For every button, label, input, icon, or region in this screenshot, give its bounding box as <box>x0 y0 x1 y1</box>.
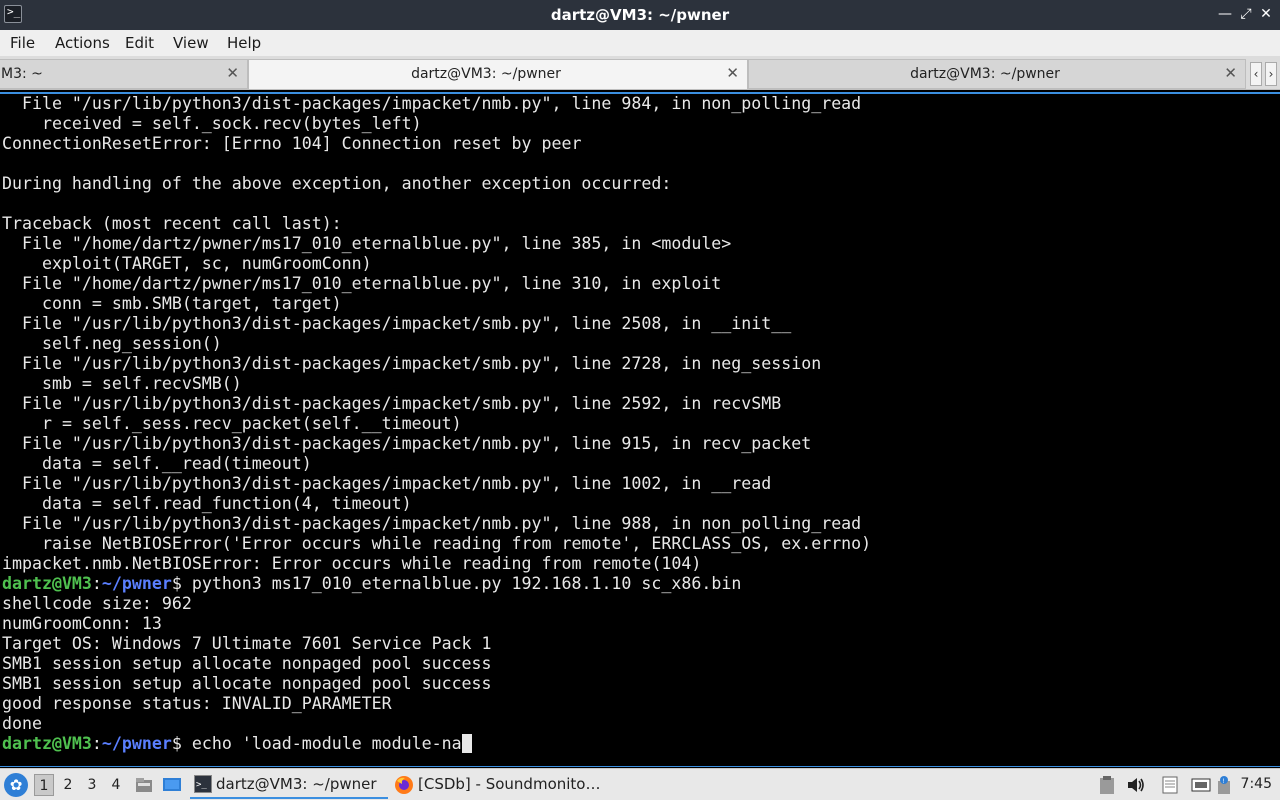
task-firefox[interactable]: [CSDb] - Soundmonito… <box>392 771 600 799</box>
terminal-line: smb = self.recvSMB() <box>2 374 242 393</box>
terminal-text: File "/usr/lib/python3/dist-packages/imp… <box>0 94 1280 754</box>
start-menu-icon[interactable]: ✿ <box>4 773 28 797</box>
tab-label: dartz@VM3: ~/pwner <box>910 66 1060 82</box>
terminal-line: File "/home/dartz/pwner/ms17_010_eternal… <box>2 234 732 253</box>
svg-text:!: ! <box>1223 778 1225 785</box>
terminal-line: ConnectionResetError: [Errno 104] Connec… <box>2 134 582 153</box>
terminal-prompt-line: dartz@VM3:~/pwner$ python3 ms17_010_eter… <box>2 574 1280 594</box>
tab-bar: M3: ~ ✕ dartz@VM3: ~/pwner ✕ dartz@VM3: … <box>0 56 1280 90</box>
tab-scroll-right-icon[interactable]: › <box>1265 62 1277 86</box>
terminal-prompt-line: dartz@VM3:~/pwner$ echo 'load-module mod… <box>2 734 1280 754</box>
terminal-line: raise NetBIOSError('Error occurs while r… <box>2 534 872 553</box>
update-notifier-icon[interactable]: ! <box>1216 775 1232 795</box>
file-manager-icon[interactable] <box>134 775 154 795</box>
menu-view[interactable]: View <box>173 34 209 52</box>
task-terminal[interactable]: >_ dartz@VM3: ~/pwner <box>190 771 388 799</box>
task-label: [CSDb] - Soundmonito… <box>418 775 601 793</box>
workspace-1[interactable]: 1 <box>34 774 54 796</box>
command-text: python3 ms17_010_eternalblue.py 192.168.… <box>191 574 742 593</box>
firefox-icon <box>395 776 413 794</box>
terminal-line: received = self._sock.recv(bytes_left) <box>2 114 422 133</box>
workspace-4[interactable]: 4 <box>106 774 126 796</box>
terminal-output[interactable]: File "/usr/lib/python3/dist-packages/imp… <box>0 92 1280 767</box>
tab-label: dartz@VM3: ~/pwner <box>411 66 561 82</box>
terminal-line: SMB1 session setup allocate nonpaged poo… <box>2 654 492 673</box>
desktop-icon[interactable] <box>162 775 182 795</box>
workspace-3[interactable]: 3 <box>82 774 102 796</box>
minimize-button[interactable]: — <box>1215 4 1235 24</box>
terminal-line: File "/usr/lib/python3/dist-packages/imp… <box>2 394 782 413</box>
prompt-user: dartz@VM3 <box>2 574 92 593</box>
network-icon[interactable] <box>1190 775 1212 795</box>
menu-help[interactable]: Help <box>227 34 261 52</box>
close-button[interactable]: ✕ <box>1256 4 1276 24</box>
prompt-path: ~/pwner <box>101 734 172 753</box>
prompt-user: dartz@VM3 <box>2 734 92 753</box>
terminal-line: Traceback (most recent call last): <box>2 214 342 233</box>
menu-edit[interactable]: Edit <box>125 34 154 52</box>
taskbar: ✿ 1 2 3 4 >_ dartz@VM3: ~/pwner [CSDb] -… <box>0 768 1280 800</box>
terminal-line: data = self.read_function(4, timeout) <box>2 494 412 513</box>
window-title: dartz@VM3: ~/pwner <box>550 6 730 24</box>
notes-icon[interactable] <box>1160 775 1180 795</box>
tab-1[interactable]: M3: ~ ✕ <box>0 59 248 89</box>
tab-label: M3: ~ <box>1 66 43 82</box>
clipboard-icon[interactable] <box>1098 775 1116 795</box>
prompt-separator: : <box>91 734 102 753</box>
text-cursor <box>461 734 472 753</box>
volume-icon[interactable] <box>1126 775 1146 795</box>
menu-file[interactable]: File <box>10 34 35 52</box>
task-label: dartz@VM3: ~/pwner <box>216 775 377 793</box>
terminal-line: File "/usr/lib/python3/dist-packages/imp… <box>2 474 772 493</box>
terminal-line: File "/usr/lib/python3/dist-packages/imp… <box>2 514 862 533</box>
terminal-line: data = self.__read(timeout) <box>2 454 312 473</box>
svg-text:>_: >_ <box>196 780 207 790</box>
terminal-line: r = self._sess.recv_packet(self.__timeou… <box>2 414 462 433</box>
terminal-line: numGroomConn: 13 <box>2 614 162 633</box>
prompt-separator: : <box>91 574 102 593</box>
terminal-line: conn = smb.SMB(target, target) <box>2 294 342 313</box>
terminal-line: File "/home/dartz/pwner/ms17_010_eternal… <box>2 274 722 293</box>
terminal-line: shellcode size: 962 <box>2 594 192 613</box>
tab-3[interactable]: dartz@VM3: ~/pwner ✕ <box>748 59 1246 89</box>
terminal-line: impacket.nmb.NetBIOSError: Error occurs … <box>2 554 702 573</box>
terminal-line: During handling of the above exception, … <box>2 174 672 193</box>
terminal-line: Target OS: Windows 7 Ultimate 7601 Servi… <box>2 634 492 653</box>
prompt-symbol: $ <box>171 574 192 593</box>
tab-scroll-left-icon[interactable]: ‹ <box>1250 62 1262 86</box>
tab-close-icon[interactable]: ✕ <box>226 64 239 82</box>
terminal-line: good response status: INVALID_PARAMETER <box>2 694 392 713</box>
tab-2[interactable]: dartz@VM3: ~/pwner ✕ <box>248 59 748 89</box>
terminal-line: exploit(TARGET, sc, numGroomConn) <box>2 254 372 273</box>
window-titlebar: >_ dartz@VM3: ~/pwner — ⤢ ✕ <box>0 0 1280 30</box>
prompt-path: ~/pwner <box>101 574 172 593</box>
workspace-2[interactable]: 2 <box>58 774 78 796</box>
terminal-line: done <box>2 714 42 733</box>
prompt-symbol: $ <box>171 734 192 753</box>
terminal-line: self.neg_session() <box>2 334 222 353</box>
terminal-icon: >_ <box>194 775 212 793</box>
menu-actions[interactable]: Actions <box>55 34 110 52</box>
tab-close-icon[interactable]: ✕ <box>726 64 739 82</box>
terminal-line: SMB1 session setup allocate nonpaged poo… <box>2 674 492 693</box>
terminal-line: File "/usr/lib/python3/dist-packages/imp… <box>2 94 862 113</box>
maximize-button[interactable]: ⤢ <box>1236 4 1256 24</box>
menu-bar: File Actions Edit View Help <box>0 30 1280 56</box>
tab-close-icon[interactable]: ✕ <box>1224 64 1237 82</box>
command-text: echo 'load-module module-na <box>191 734 462 753</box>
terminal-line: File "/usr/lib/python3/dist-packages/imp… <box>2 314 792 333</box>
terminal-line: File "/usr/lib/python3/dist-packages/imp… <box>2 354 822 373</box>
clock: 7:45 <box>1240 776 1272 792</box>
terminal-line: File "/usr/lib/python3/dist-packages/imp… <box>2 434 812 453</box>
